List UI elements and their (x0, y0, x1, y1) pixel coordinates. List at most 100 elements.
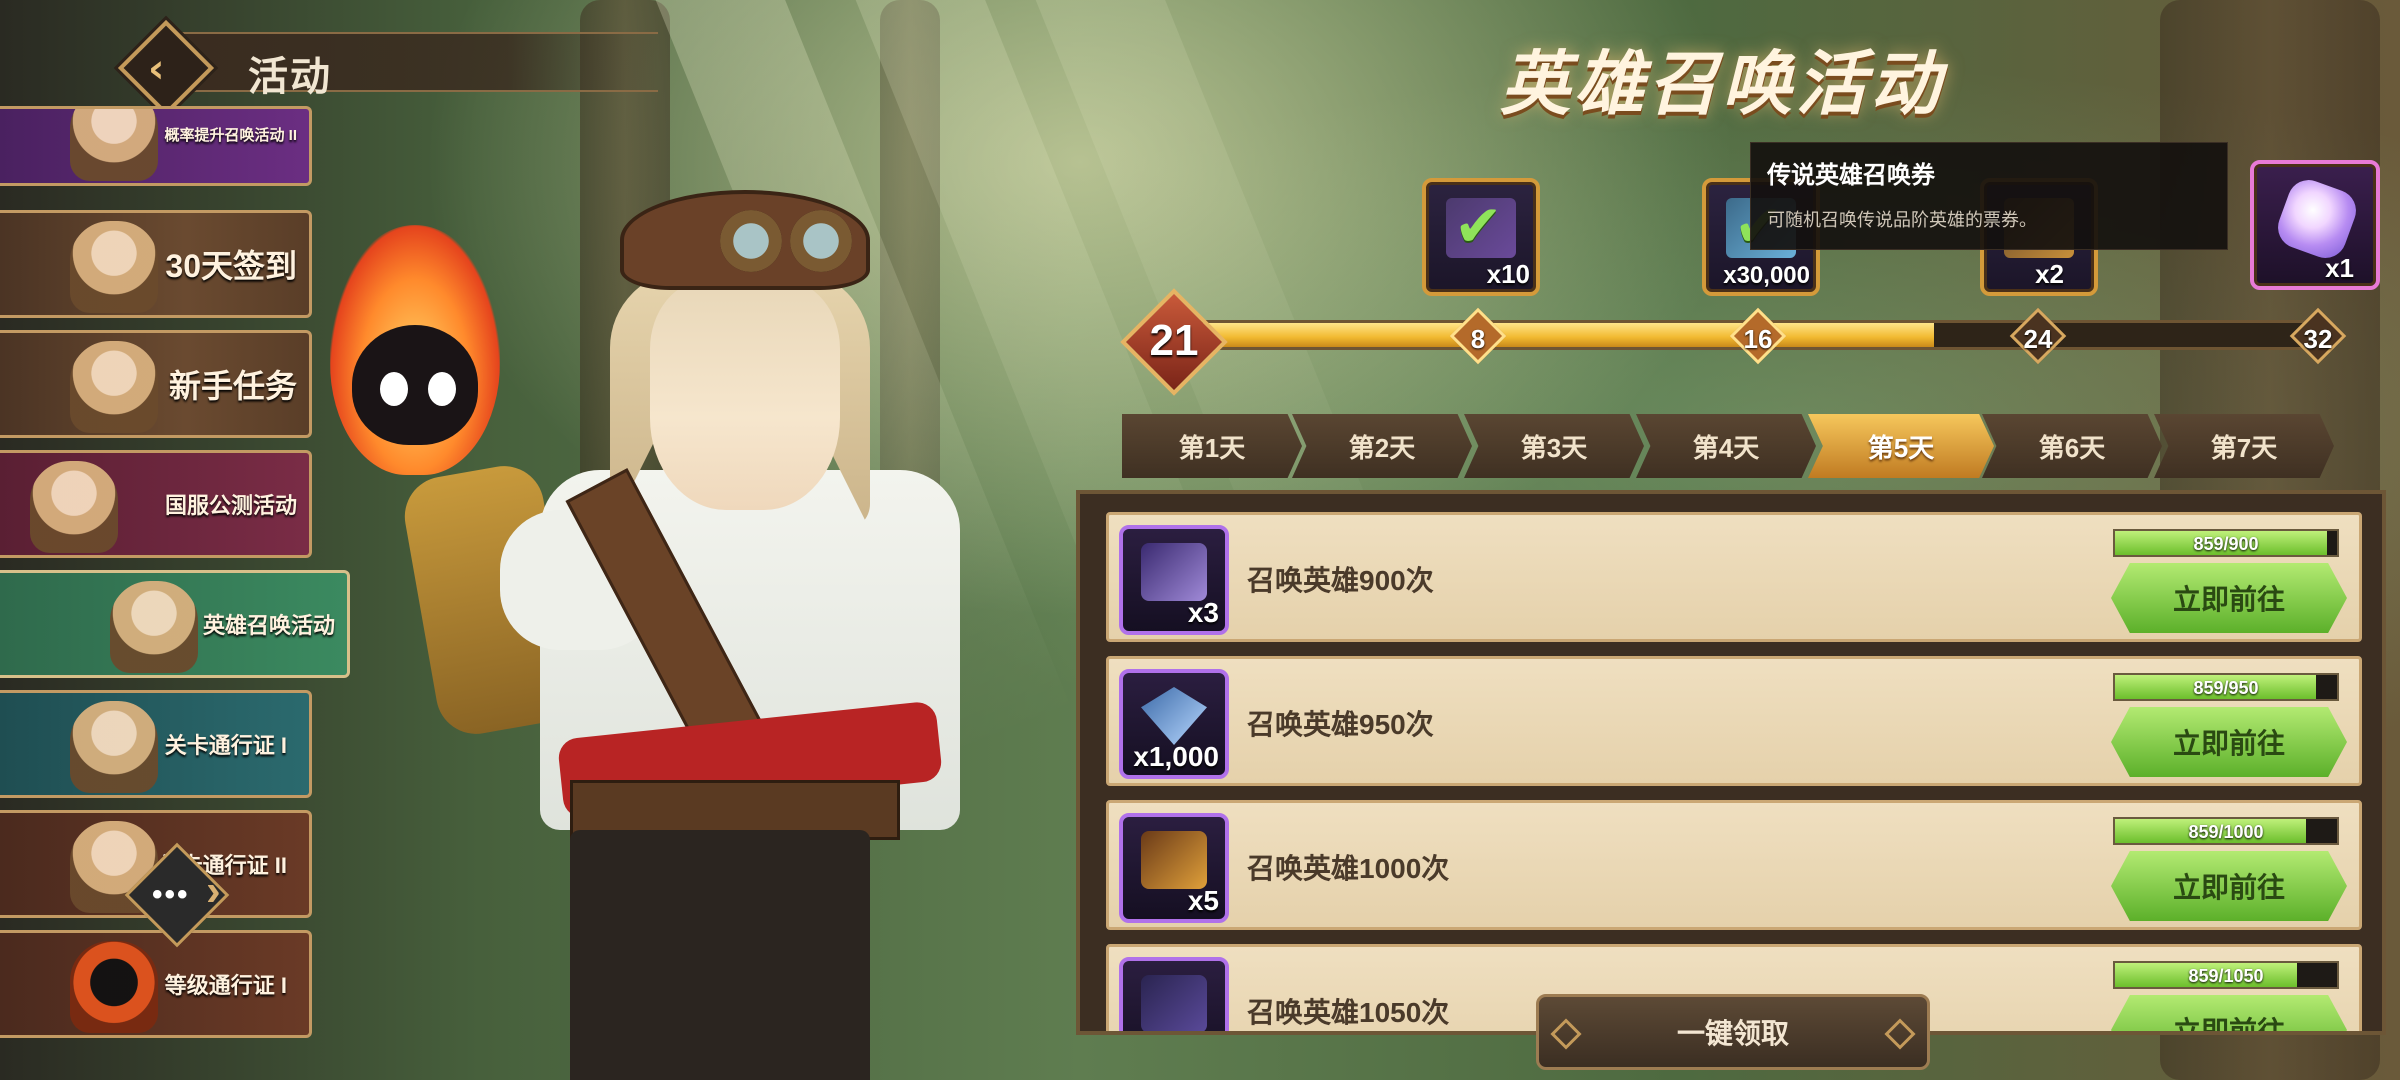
task-progress-bar: 859/1050 (2113, 961, 2339, 989)
sidebar-item-label: 关卡通行证 I (164, 733, 287, 758)
sidebar-item-label: 30天签到 (165, 248, 297, 284)
decor-diamond-icon (1550, 1018, 1582, 1050)
sidebar-item-level-pass-1[interactable]: 等级通行证 I (0, 930, 312, 1038)
milestone-reward-32[interactable]: x1 (2250, 160, 2380, 290)
tab-day-1[interactable]: 第1天 (1122, 414, 1302, 478)
milestone-reward-8[interactable]: ✔ x10 (1422, 178, 1540, 296)
sidebar-item-public-beta-event[interactable]: 国服公测活动 (0, 450, 312, 558)
goggle-lens (720, 210, 782, 272)
tooltip-description: 可随机召唤传说品阶英雄的票券。 (1767, 210, 2037, 230)
chibi-avatar (30, 461, 118, 553)
chibi-avatar (70, 221, 158, 313)
goggle-lens (790, 210, 852, 272)
go-now-button[interactable]: 立即前往 (2111, 851, 2347, 921)
hero-face (650, 280, 840, 510)
sidebar-item-label: 新手任务 (168, 368, 297, 404)
milestone-label: 8 (1470, 324, 1486, 354)
chat-icon: ••• (152, 878, 190, 911)
hero-illustration (398, 180, 1040, 1080)
tooltip-title: 传说英雄召唤券 (1767, 162, 1935, 189)
chibi-avatar (110, 581, 198, 673)
diamond-icon (1141, 687, 1207, 745)
flame-spirit-body (352, 325, 478, 445)
sidebar-item-label: 等级通行证 I (164, 973, 287, 998)
summon-count: 21 (1149, 316, 1199, 365)
tab-day-3[interactable]: 第3天 (1464, 414, 1644, 478)
reward-quantity: x10 (1486, 259, 1530, 289)
reward-icon[interactable]: x5 (1119, 813, 1229, 923)
tab-day-7[interactable]: 第7天 (2154, 414, 2334, 478)
milestone-label: 16 (1743, 324, 1773, 354)
milestone-label: 32 (2303, 324, 2333, 354)
tab-day-2[interactable]: 第2天 (1292, 414, 1472, 478)
task-row: x1,000 召唤英雄950次 859/950 立即前往 (1106, 656, 2362, 786)
task-progress-text: 859/950 (2193, 678, 2259, 698)
chibi-avatar (70, 341, 158, 433)
hero-pants (570, 830, 870, 1080)
mystery-box-icon (1141, 975, 1207, 1031)
reward-icon[interactable]: x3 (1119, 525, 1229, 635)
summon-progress-fill (1183, 323, 1934, 347)
reward-icon[interactable]: x1,000 (1119, 669, 1229, 779)
task-row: x5 召唤英雄1000次 859/1000 立即前往 (1106, 800, 2362, 930)
task-name: 召唤英雄950次 (1247, 709, 1434, 740)
reward-quantity: x3 (1187, 597, 1219, 628)
reward-quantity: x5 (1187, 885, 1219, 916)
sidebar-item-stage-pass-1[interactable]: 关卡通行证 I (0, 690, 312, 798)
task-name: 召唤英雄1050次 (1247, 997, 1450, 1028)
tab-day-5[interactable]: 第5天 (1808, 414, 1994, 478)
go-now-button[interactable]: 立即前往 (2111, 707, 2347, 777)
claim-all-button[interactable]: 一键领取 (1536, 994, 1930, 1070)
header-bar (158, 32, 658, 92)
sidebar-item-rate-up-summon[interactable]: 概率提升召唤活动 II (0, 106, 312, 186)
task-progress-bar: 859/950 (2113, 673, 2339, 701)
task-progress-text: 859/1050 (2188, 966, 2264, 986)
decor-diamond-icon (1884, 1018, 1916, 1050)
flame-spirit-eye (428, 372, 456, 406)
chevron-right-icon[interactable]: › (206, 866, 221, 916)
page-header: ‹ 活动 (117, 19, 658, 117)
claim-all-label: 一键领取 (1676, 1018, 1789, 1049)
task-progress-bar: 859/900 (2113, 529, 2339, 557)
reward-icon[interactable] (1119, 957, 1229, 1031)
sidebar-item-label: 概率提升召唤活动 II (164, 126, 297, 144)
task-row: x3 召唤英雄900次 859/900 立即前往 (1106, 512, 2362, 642)
milestone-marker: 24 (2009, 307, 2067, 365)
tab-day-6[interactable]: 第6天 (1982, 414, 2162, 478)
check-icon: ✔ (1454, 192, 1503, 260)
back-button-frame (117, 19, 215, 117)
item-tooltip: 传说英雄召唤券 可随机召唤传说品阶英雄的票券。 (1750, 142, 2228, 250)
sidebar-item-newbie-tasks[interactable]: 新手任务 (0, 330, 312, 438)
chibi-avatar (70, 941, 158, 1033)
go-now-button[interactable]: 立即前往 (2111, 563, 2347, 633)
milestone-marker: 32 (2289, 307, 2347, 365)
crystal-item-icon (2272, 174, 2362, 264)
event-title: 英雄召唤活动 (1500, 45, 1944, 123)
milestone-marker: 16 (1729, 307, 1787, 365)
task-progress-text: 859/1000 (2188, 822, 2264, 842)
sidebar-item-30-day-checkin[interactable]: 30天签到 (0, 210, 312, 318)
tab-day-4[interactable]: 第4天 (1636, 414, 1816, 478)
back-button[interactable]: ‹ (117, 19, 215, 117)
reward-quantity: x1 (2325, 253, 2354, 283)
chibi-avatar (70, 701, 158, 793)
sidebar-item-hero-summon-event[interactable]: 英雄召唤活动 (0, 570, 350, 678)
reward-quantity: x1,000 (1133, 741, 1219, 772)
summon-ticket-icon (1141, 831, 1207, 889)
summon-count-badge: 21 (1120, 288, 1228, 396)
task-progress-text: 859/900 (2193, 534, 2259, 554)
page-title: 活动 (248, 55, 332, 99)
chibi-avatar (70, 109, 158, 181)
flame-spirit-eye (380, 372, 408, 406)
task-list-panel: x3 召唤英雄900次 859/900 立即前往 x1,000 召唤英雄950次… (1076, 490, 2386, 1035)
milestone-label: 24 (2023, 324, 2053, 354)
task-name: 召唤英雄900次 (1247, 565, 1434, 596)
go-now-button[interactable]: 立即前往 (2111, 995, 2347, 1031)
milestone-marker: 8 (1449, 307, 1507, 365)
sidebar-item-label: 英雄召唤活动 (202, 613, 335, 638)
back-arrow-icon: ‹ (148, 46, 165, 92)
task-name: 召唤英雄1000次 (1247, 853, 1450, 884)
hero-shard-icon (1141, 543, 1207, 601)
sidebar-item-label: 国服公测活动 (164, 493, 297, 518)
reward-quantity: x2 (2035, 259, 2064, 289)
